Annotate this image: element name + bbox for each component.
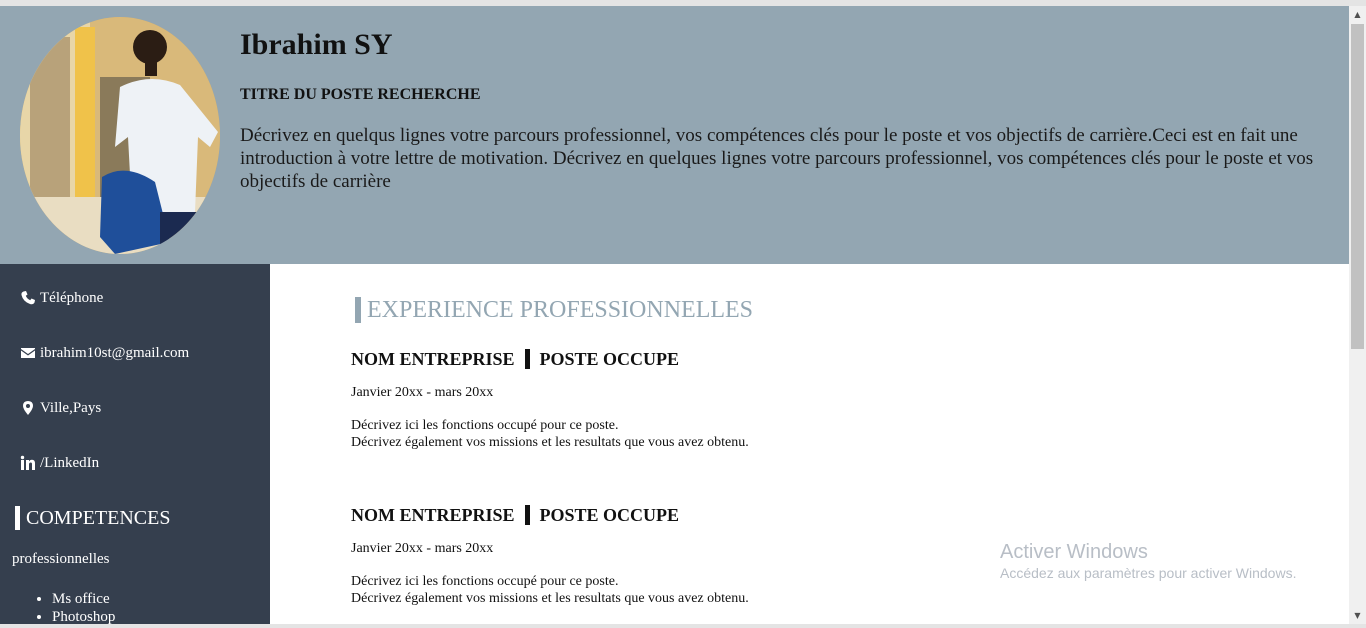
experience-description: Décrivez ici les fonctions occupé pour c…: [351, 573, 1051, 607]
skills-title: COMPETENCES: [15, 506, 170, 530]
skills-subtitle: professionnelles: [12, 551, 110, 567]
windows-activation-watermark: Activer Windows Accédez aux paramètres p…: [1000, 540, 1296, 582]
contact-location[interactable]: Ville,Pays: [20, 397, 101, 419]
envelope-icon: [20, 345, 36, 361]
resume-page: Ibrahim SY TITRE DU POSTE RECHERCHE Décr…: [0, 6, 1349, 624]
description-line: Décrivez également vos missions et les r…: [351, 435, 749, 450]
contact-linkedin[interactable]: /LinkedIn: [20, 452, 99, 474]
contact-label: Téléphone: [40, 289, 104, 306]
experience-heading: NOM ENTREPRISE POSTE OCCUPE: [351, 348, 1051, 370]
experience-entry: NOM ENTREPRISE POSTE OCCUPE Janvier 20xx…: [351, 504, 1051, 607]
watermark-title: Activer Windows: [1000, 541, 1148, 563]
resume-header: Ibrahim SY TITRE DU POSTE RECHERCHE Décr…: [0, 6, 1349, 264]
contact-email[interactable]: ibrahim10st@gmail.com: [20, 342, 189, 364]
heading-divider: [524, 505, 530, 525]
description-line: Décrivez également vos missions et les r…: [351, 591, 749, 606]
company-name: NOM ENTREPRISE: [351, 504, 515, 525]
description-line: Décrivez ici les fonctions occupé pour c…: [351, 418, 619, 433]
experience-section-title: EXPERIENCE PROFESSIONNELLES: [355, 297, 753, 323]
position-name: POSTE OCCUPE: [539, 348, 680, 369]
company-name: NOM ENTREPRISE: [351, 348, 515, 369]
experience-description: Décrivez ici les fonctions occupé pour c…: [351, 417, 1051, 451]
intro-paragraph: Décrivez en quelqus lignes votre parcour…: [240, 125, 1314, 192]
vertical-scrollbar[interactable]: ▲ ▼: [1349, 6, 1366, 624]
contact-phone[interactable]: Téléphone: [20, 287, 103, 309]
position-name: POSTE OCCUPE: [539, 504, 680, 525]
contact-label: /LinkedIn: [40, 454, 100, 471]
phone-icon: [20, 290, 36, 306]
watermark-subtitle: Accédez aux paramètres pour activer Wind…: [1000, 565, 1297, 581]
browser-bottom-edge: [0, 624, 1366, 628]
location-pin-icon: [20, 400, 36, 416]
skill-item: Ms office: [52, 590, 115, 608]
experience-dates: Janvier 20xx - mars 20xx: [351, 541, 494, 556]
profile-photo: [20, 17, 220, 254]
linkedin-icon: [20, 455, 36, 471]
skills-list: Ms office Photoshop: [12, 590, 115, 626]
experience-entry: NOM ENTREPRISE POSTE OCCUPE Janvier 20xx…: [351, 348, 1051, 451]
experience-dates: Janvier 20xx - mars 20xx: [351, 385, 494, 400]
contact-label: ibrahim10st@gmail.com: [40, 344, 190, 361]
scroll-down-arrow-icon[interactable]: ▼: [1349, 607, 1366, 624]
scrollbar-thumb[interactable]: [1351, 24, 1364, 349]
candidate-name: Ibrahim SY: [240, 28, 393, 61]
description-line: Décrivez ici les fonctions occupé pour c…: [351, 574, 619, 589]
experience-heading: NOM ENTREPRISE POSTE OCCUPE: [351, 504, 1051, 526]
heading-divider: [524, 349, 530, 369]
sidebar: [0, 264, 270, 624]
contact-label: Ville,Pays: [40, 399, 102, 416]
job-title: TITRE DU POSTE RECHERCHE: [240, 86, 481, 103]
scroll-up-arrow-icon[interactable]: ▲: [1349, 6, 1366, 23]
